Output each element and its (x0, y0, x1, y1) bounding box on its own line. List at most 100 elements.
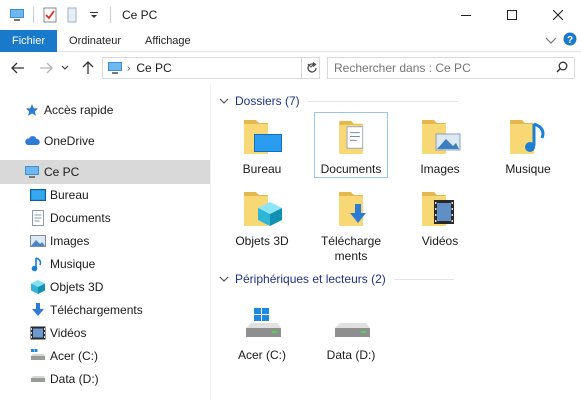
navigation-bar: › Ce PC (0, 52, 581, 84)
ribbon-right-controls: ? (545, 32, 577, 49)
breadcrumb-this-pc[interactable]: Ce PC (136, 61, 171, 75)
navigation-pane: Accès rapide OneDrive Ce PC Bureau Docum… (0, 96, 210, 400)
devices-group-header[interactable]: Périphériques et lecteurs (2) (219, 272, 454, 286)
computer-icon (24, 164, 40, 180)
sidebar-item-3d-objects[interactable]: Objets 3D (0, 275, 210, 299)
sidebar-item-desktop[interactable]: Bureau (0, 183, 210, 207)
expand-ribbon-icon[interactable] (545, 34, 557, 48)
sidebar-item-label: Bureau (50, 188, 89, 202)
customize-toolbar-chevron-icon[interactable] (85, 6, 103, 24)
folders-group-title: Dossiers (7) (235, 94, 300, 108)
sidebar-item-music[interactable]: Musique (0, 252, 210, 276)
maximize-icon (507, 10, 517, 20)
folder-tile-3d-objects[interactable]: Objets 3D (225, 184, 299, 258)
sidebar-item-label: Objets 3D (50, 280, 104, 294)
title-bar: Ce PC (0, 0, 581, 30)
close-button[interactable] (535, 0, 581, 30)
arrow-up-icon (82, 61, 94, 74)
documents-folder-icon (339, 120, 364, 155)
pictures-folder-icon (422, 120, 461, 154)
folder-tile-downloads[interactable]: Télécharge ments (314, 184, 388, 264)
refresh-button[interactable] (301, 57, 321, 79)
chevron-down-icon (61, 65, 69, 70)
folder-tile-pictures[interactable]: Images (403, 112, 477, 186)
chevron-down-icon[interactable] (219, 96, 229, 107)
desktop-icon (30, 187, 46, 203)
documents-icon (30, 210, 46, 226)
drive-d-icon (30, 371, 46, 387)
sidebar-item-label: Data (D:) (50, 372, 99, 386)
window-controls (443, 0, 581, 30)
sidebar-item-label: Ce PC (44, 165, 80, 179)
folder-tile-documents[interactable]: Documents (314, 112, 388, 178)
maximize-button[interactable] (489, 0, 535, 30)
minimize-icon (461, 15, 471, 16)
drive-c-icon (30, 348, 46, 364)
tab-file[interactable]: Fichier (0, 29, 58, 52)
sidebar-item-label: OneDrive (44, 134, 95, 148)
search-box[interactable] (327, 57, 575, 79)
download-icon (30, 302, 46, 318)
sidebar-item-label: Vidéos (50, 326, 87, 340)
videos-folder-icon (422, 192, 454, 226)
folder-tile-music[interactable]: Musique (491, 112, 565, 186)
new-folder-icon[interactable] (63, 6, 81, 24)
tab-view[interactable]: Affichage (133, 30, 203, 52)
content-pane: Dossiers (7) Bureau Documents Images Mus… (211, 84, 581, 400)
close-icon (553, 10, 563, 20)
folder-label: Documents (320, 162, 382, 176)
folder-tile-videos[interactable]: Vidéos (403, 184, 477, 258)
ribbon-tabs: Fichier Ordinateur Affichage ? (0, 29, 581, 52)
search-input[interactable] (334, 61, 544, 75)
sidebar-item-drive-d[interactable]: Data (D:) (0, 367, 210, 391)
cloud-icon (24, 133, 40, 149)
minimize-button[interactable] (443, 0, 489, 30)
objects-3d-icon (30, 279, 46, 295)
tab-computer[interactable]: Ordinateur (57, 30, 133, 52)
sidebar-item-onedrive[interactable]: OneDrive (0, 129, 210, 153)
downloads-folder-icon (339, 192, 366, 226)
group-separator (393, 278, 454, 280)
folder-tile-desktop[interactable]: Bureau (225, 112, 299, 186)
chevron-down-icon[interactable] (219, 274, 229, 285)
refresh-icon (306, 62, 317, 73)
arrow-left-icon (11, 62, 24, 74)
computer-icon[interactable] (8, 6, 26, 24)
sidebar-item-label: Images (50, 234, 90, 248)
folder-label: Télécharge ments (320, 234, 382, 263)
drive-c-icon (246, 308, 281, 337)
sidebar-item-quick-access[interactable]: Accès rapide (0, 98, 210, 122)
folders-group-header[interactable]: Dossiers (7) (219, 94, 458, 108)
toolbar-divider (110, 7, 111, 23)
sidebar-item-label: Musique (50, 257, 96, 271)
folder-label: Musique (505, 162, 551, 176)
sidebar-item-downloads[interactable]: Téléchargements (0, 298, 210, 322)
up-button[interactable] (76, 56, 100, 80)
sidebar-item-this-pc[interactable]: Ce PC (0, 160, 210, 184)
search-icon[interactable] (556, 61, 568, 76)
sidebar-item-videos[interactable]: Vidéos (0, 321, 210, 345)
address-bar[interactable]: › Ce PC (102, 57, 320, 79)
folder-label: Images (420, 162, 460, 176)
svg-text:?: ? (567, 35, 573, 46)
help-icon[interactable]: ? (563, 32, 577, 49)
breadcrumb-separator-icon[interactable]: › (127, 63, 130, 74)
recent-locations-button[interactable] (58, 56, 72, 80)
sidebar-item-label: Acer (C:) (50, 349, 98, 363)
drive-label: Acer (C:) (238, 348, 286, 362)
folder-label: Objets 3D (235, 234, 289, 248)
properties-icon[interactable] (41, 6, 59, 24)
drive-tile-c[interactable]: Acer (C:) (225, 298, 299, 372)
folder-label: Vidéos (421, 234, 459, 248)
sidebar-item-documents[interactable]: Documents (0, 206, 210, 230)
devices-group-title: Périphériques et lecteurs (2) (235, 272, 386, 286)
sidebar-item-pictures[interactable]: Images (0, 229, 210, 253)
drive-tile-d[interactable]: Data (D:) (314, 298, 388, 372)
forward-button[interactable] (34, 56, 58, 80)
back-button[interactable] (6, 56, 30, 80)
drive-d-icon (335, 323, 370, 337)
folder-label: Bureau (242, 162, 282, 176)
toolbar-divider (33, 7, 34, 23)
group-separator (307, 100, 458, 102)
sidebar-item-drive-c[interactable]: Acer (C:) (0, 344, 210, 368)
